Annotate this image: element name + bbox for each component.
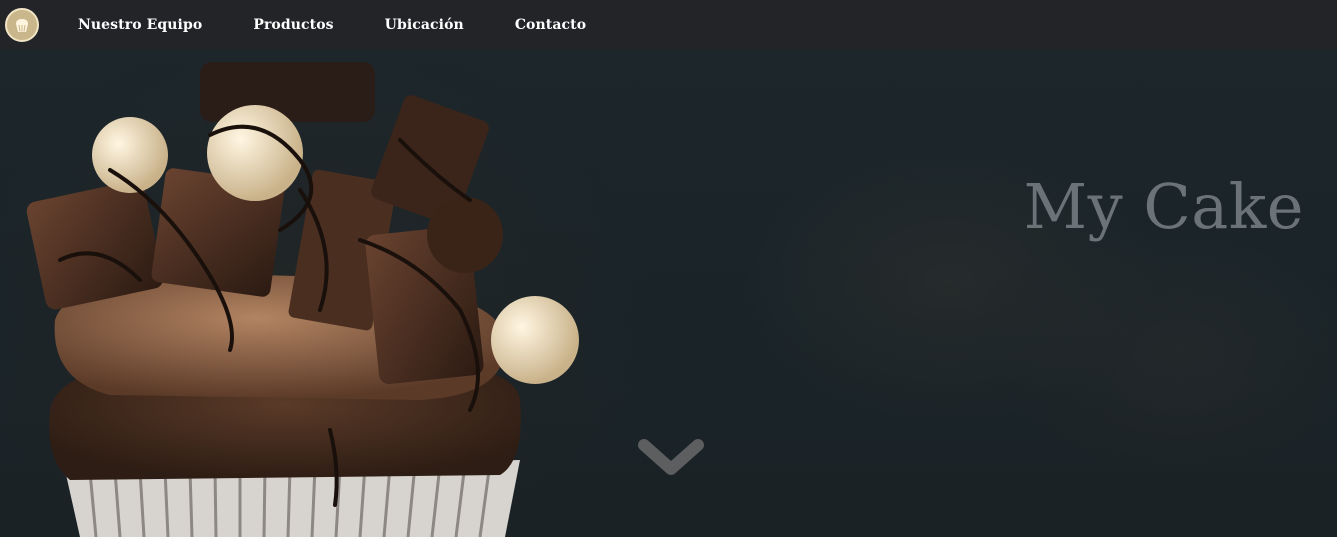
cupcake-image (26, 62, 579, 537)
nav-item-nuestro-equipo[interactable]: Nuestro Equipo (78, 17, 202, 33)
top-navbar: Nuestro Equipo Productos Ubicación Conta… (0, 0, 1337, 50)
cupcake-icon (16, 19, 28, 32)
logo[interactable] (5, 8, 39, 42)
scroll-down-button[interactable] (636, 434, 706, 480)
hero-section: My Cake (0, 50, 1337, 537)
nav-links: Nuestro Equipo Productos Ubicación Conta… (78, 17, 637, 33)
chevron-down-icon (638, 439, 704, 475)
nav-item-contacto[interactable]: Contacto (515, 17, 586, 33)
hero-title: My Cake (1023, 170, 1304, 243)
nav-item-productos[interactable]: Productos (253, 17, 333, 33)
nav-item-ubicacion[interactable]: Ubicación (385, 17, 464, 33)
